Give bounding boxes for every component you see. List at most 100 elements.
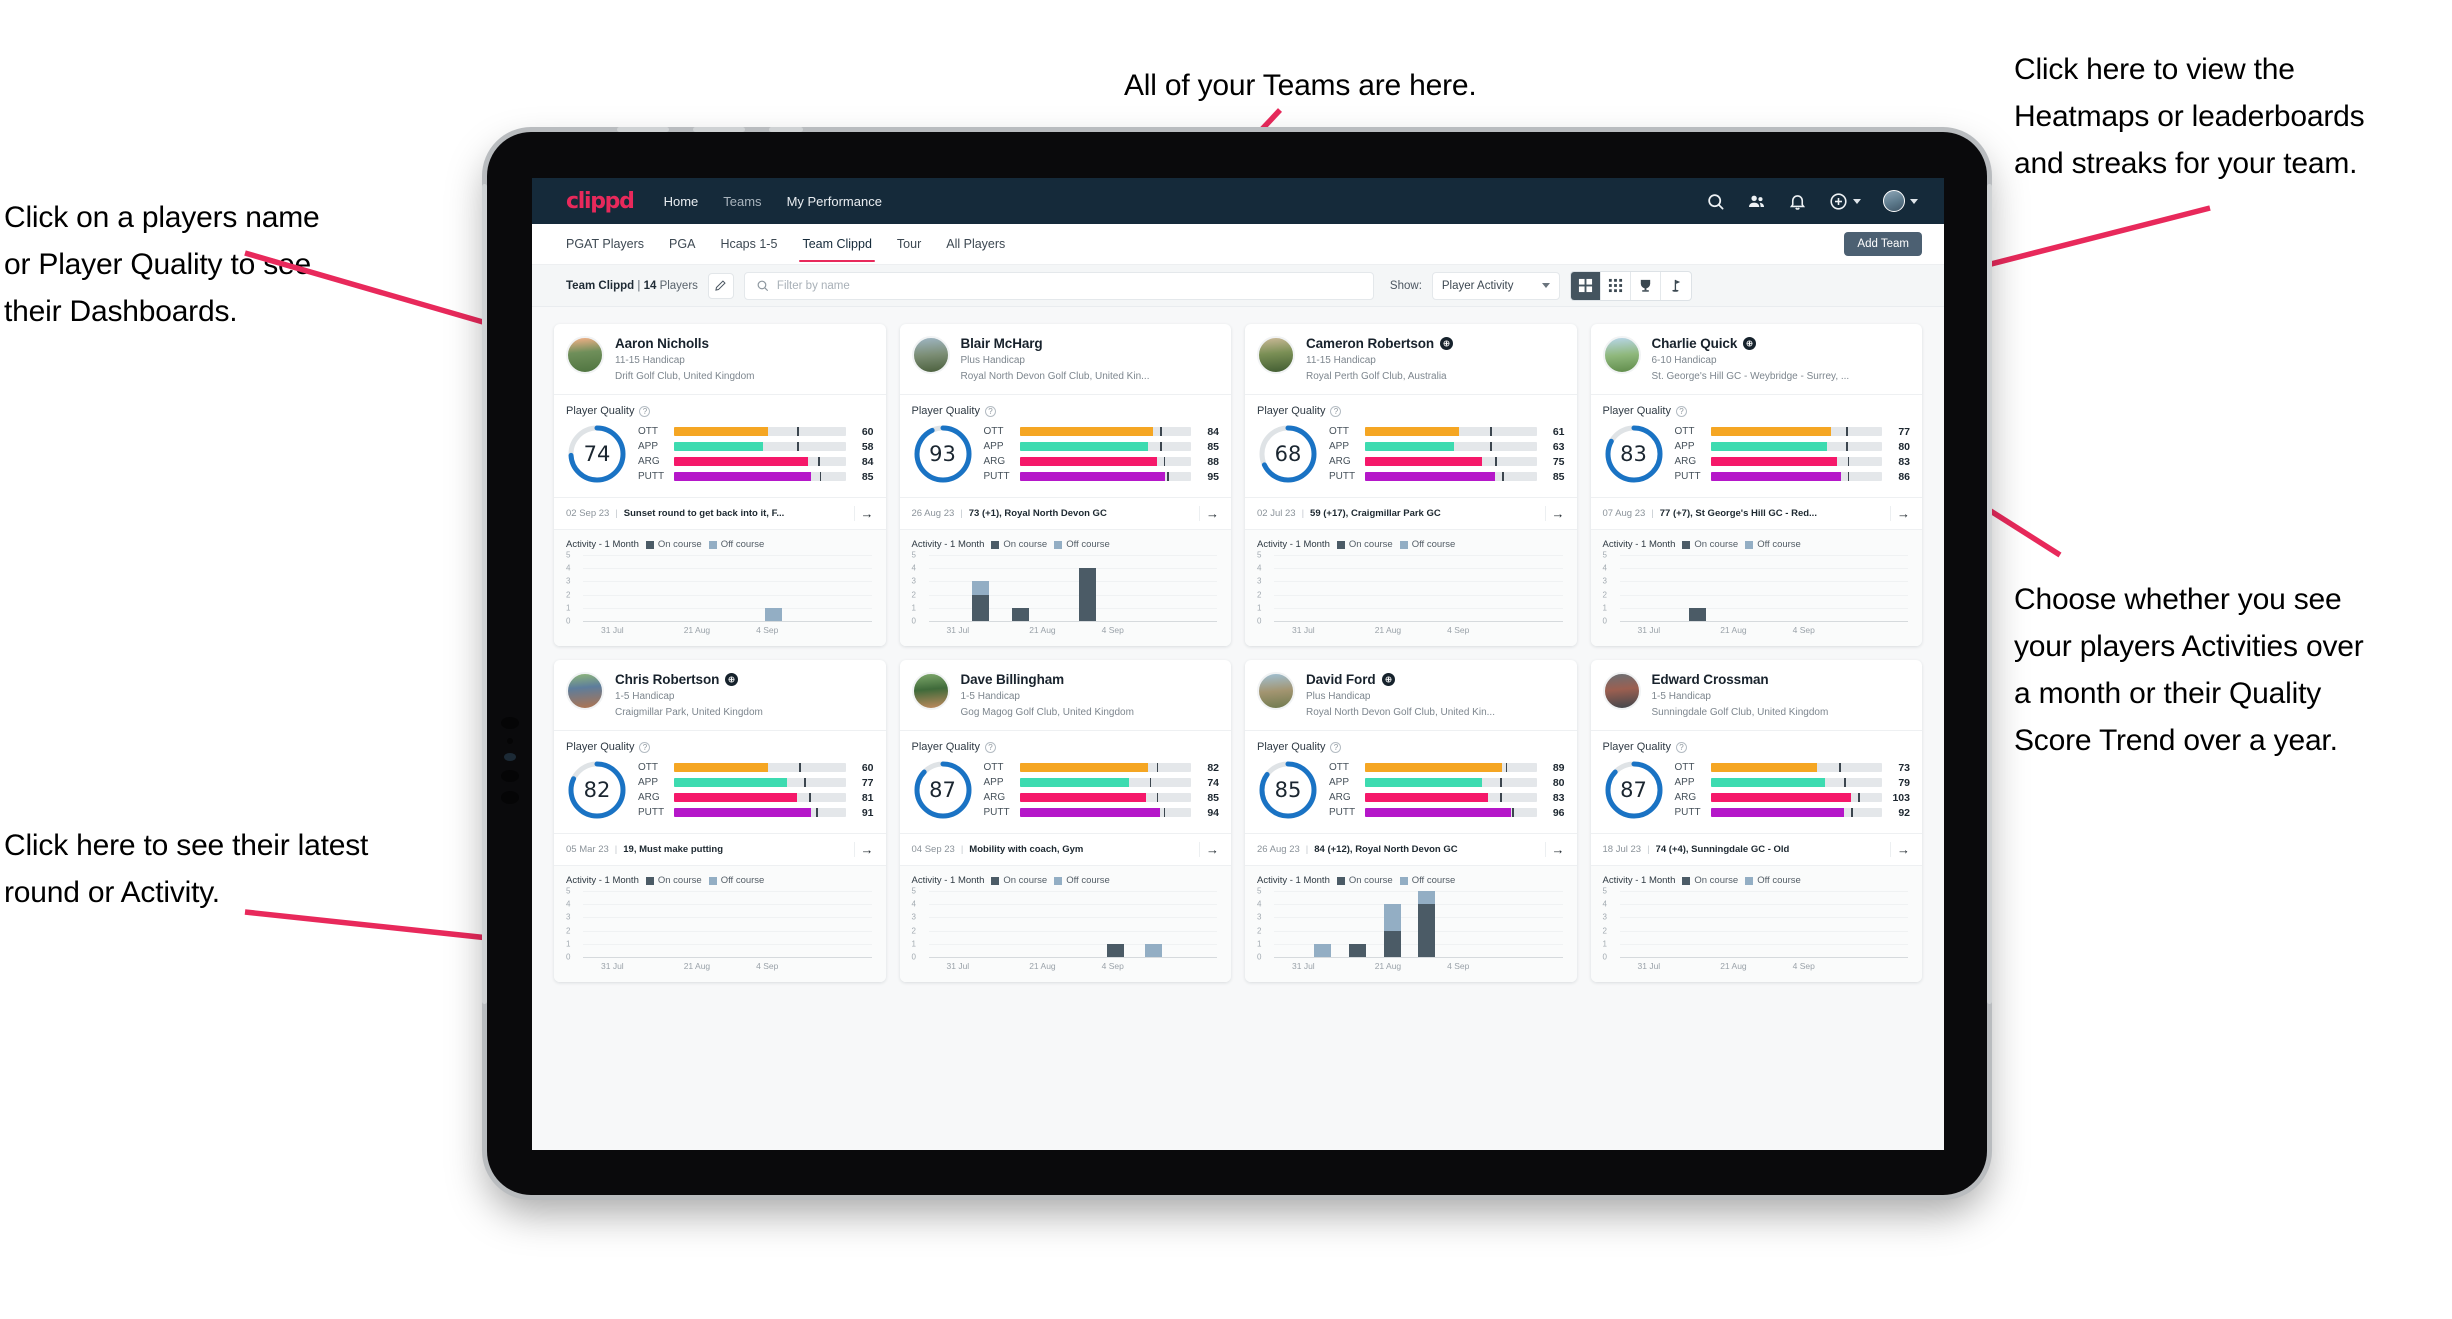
help-icon[interactable]: ? <box>1675 741 1687 753</box>
player-card[interactable]: Aaron Nicholls 11-15 Handicap Drift Golf C… <box>554 324 886 646</box>
player-card-header[interactable]: Chris Robertson 1-5 Handicap Craigmillar P… <box>554 660 886 730</box>
player-name[interactable]: Edward Crossman <box>1652 672 1769 687</box>
player-card[interactable]: Blair McHarg Plus Handicap Royal North Dev… <box>899 324 1232 646</box>
account-menu[interactable] <box>1883 190 1918 212</box>
player-quality-section[interactable]: Player Quality? 87 OTT 73 APP 79 ARG 103 PUTT 92 <box>1591 731 1923 833</box>
grid-small-icon[interactable] <box>1601 271 1631 300</box>
avatar[interactable] <box>1257 672 1295 710</box>
tab-hcaps-1-5[interactable]: Hcaps 1-5 <box>720 224 777 264</box>
player-card[interactable]: Charlie Quick 6-10 Handicap St. George's H… <box>1590 324 1923 646</box>
y-axis-tick: 5 <box>566 550 571 560</box>
player-quality-section[interactable]: Player Quality? 82 OTT 60 APP 77 ARG 81 PUTT 91 <box>554 731 886 833</box>
player-card[interactable]: Cameron Robertson 11-15 Handicap Royal Per… <box>1245 324 1577 646</box>
y-axis-tick: 1 <box>1257 603 1262 613</box>
tab-team-clippd[interactable]: Team Clippd <box>799 224 876 264</box>
avatar[interactable] <box>1602 336 1641 374</box>
player-quality-section[interactable]: Player Quality? 83 OTT 77 APP 80 ARG 83 PUTT 86 <box>1591 395 1923 497</box>
help-icon[interactable]: ? <box>1330 741 1342 753</box>
avatar[interactable] <box>911 336 950 374</box>
player-name[interactable]: Charlie Quick <box>1652 336 1738 351</box>
latest-round-row[interactable]: 26 Aug 23 | 73 (+1), Royal North Devon GC → <box>899 497 1231 529</box>
avatar[interactable] <box>566 336 604 374</box>
arrow-right-icon[interactable]: → <box>1890 506 1910 521</box>
player-name[interactable]: David Ford <box>1306 672 1376 687</box>
clippd-logo[interactable]: clippd <box>566 189 635 214</box>
latest-round-row[interactable]: 26 Aug 23 | 84 (+12), Royal North Devon GC… <box>1245 833 1577 865</box>
avatar[interactable] <box>911 672 950 710</box>
arrow-right-icon[interactable]: → <box>1199 506 1219 521</box>
latest-round-row[interactable]: 18 Jul 23 | 74 (+4), Sunningdale GC - Old → <box>1590 833 1922 865</box>
nav-link-home[interactable]: Home <box>664 194 699 209</box>
player-name[interactable]: Cameron Robertson <box>1306 336 1434 351</box>
player-name[interactable]: Blair McHarg <box>961 336 1043 351</box>
arrow-right-icon[interactable]: → <box>1544 842 1565 857</box>
latest-round-row[interactable]: 02 Sep 23 | Sunset round to get back into … <box>554 497 886 529</box>
player-quality-section[interactable]: Player Quality? 93 OTT 84 APP 85 ARG 88 PUTT 95 <box>900 395 1232 497</box>
latest-round-row[interactable]: 02 Jul 23 | 59 (+17), Craigmillar Park GC → <box>1245 497 1577 529</box>
player-quality-section[interactable]: Player Quality? 74 OTT 60 APP 58 ARG 84 PUTT 85 <box>554 395 886 497</box>
player-card[interactable]: David Ford Plus Handicap Royal North Devon… <box>1245 660 1577 982</box>
help-icon[interactable]: ? <box>639 741 651 753</box>
show-select[interactable]: Player Activity <box>1431 271 1560 300</box>
annotation-heatmaps: Click here to view the Heatmaps or leade… <box>2014 53 2365 180</box>
bell-icon[interactable] <box>1788 192 1807 211</box>
player-quality-section[interactable]: Player Quality? 68 OTT 61 APP 63 ARG 75 PUTT 85 <box>1245 395 1577 497</box>
plus-circle-icon[interactable] <box>1829 192 1848 211</box>
search-input[interactable] <box>776 279 1362 292</box>
people-icon[interactable] <box>1747 192 1766 211</box>
player-card-header[interactable]: David Ford Plus Handicap Royal North Devon… <box>1245 660 1577 730</box>
metric-value: 86 <box>1898 470 1910 483</box>
grid-large-icon[interactable] <box>1570 271 1601 300</box>
avatar[interactable] <box>1602 672 1641 710</box>
nav-link-teams[interactable]: Teams <box>723 194 761 209</box>
player-card[interactable]: Chris Robertson 1-5 Handicap Craigmillar P… <box>554 660 886 982</box>
avatar[interactable] <box>566 672 604 710</box>
help-icon[interactable]: ? <box>639 405 651 417</box>
latest-round-row[interactable]: 07 Aug 23 | 77 (+7), St George's Hill GC -… <box>1590 497 1922 529</box>
add-team-button[interactable]: Add Team <box>1844 232 1922 256</box>
trophy-icon[interactable] <box>1631 271 1661 300</box>
player-name[interactable]: Chris Robertson <box>615 672 719 687</box>
latest-round-row[interactable]: 04 Sep 23 | Mobility with coach, Gym → <box>899 833 1231 865</box>
bar-segment-off-course <box>1314 943 1332 957</box>
player-card[interactable]: Edward Crossman 1-5 Handicap Sunningdale G… <box>1590 660 1923 982</box>
player-card-header[interactable]: Charlie Quick 6-10 Handicap St. George's H… <box>1591 324 1923 394</box>
tab-pga[interactable]: PGA <box>669 224 695 264</box>
tab-tour[interactable]: Tour <box>897 224 921 264</box>
player-quality-section[interactable]: Player Quality? 85 OTT 89 APP 80 ARG 83 PUTT 96 <box>1245 731 1577 833</box>
player-name[interactable]: Dave Billingham <box>961 672 1065 687</box>
arrow-right-icon[interactable]: → <box>1890 842 1910 857</box>
tab-all-players[interactable]: All Players <box>946 224 1005 264</box>
search-icon[interactable] <box>1706 192 1725 211</box>
player-card-header[interactable]: Blair McHarg Plus Handicap Royal North Dev… <box>900 324 1232 394</box>
help-icon[interactable]: ? <box>984 405 996 417</box>
player-card-header[interactable]: Cameron Robertson 11-15 Handicap Royal Per… <box>1245 324 1577 394</box>
nav-link-my-performance[interactable]: My Performance <box>787 194 882 209</box>
player-card[interactable]: Dave Billingham 1-5 Handicap Gog Magog Gol… <box>899 660 1232 982</box>
player-card-header[interactable]: Edward Crossman 1-5 Handicap Sunningdale G… <box>1591 660 1923 730</box>
help-icon[interactable]: ? <box>1330 405 1342 417</box>
arrow-right-icon[interactable]: → <box>1199 842 1219 857</box>
metric-benchmark-tick <box>1851 808 1853 817</box>
tab-pgat-players[interactable]: PGAT Players <box>566 224 644 264</box>
avatar[interactable] <box>1883 190 1905 212</box>
arrow-right-icon[interactable]: → <box>1544 506 1565 521</box>
player-card-header[interactable]: Aaron Nicholls 11-15 Handicap Drift Golf C… <box>554 324 886 394</box>
player-cards-grid: Aaron Nicholls 11-15 Handicap Drift Golf C… <box>532 307 1944 982</box>
player-name[interactable]: Aaron Nicholls <box>615 336 709 351</box>
edit-team-button[interactable] <box>707 272 734 299</box>
arrow-right-icon[interactable]: → <box>853 506 874 521</box>
add-menu[interactable] <box>1829 192 1861 211</box>
bar-segment-off-course <box>1144 943 1162 957</box>
flag-icon[interactable] <box>1661 272 1691 300</box>
search-field-wrapper[interactable] <box>743 271 1374 300</box>
latest-round-row[interactable]: 05 Mar 23 | 19, Must make putting → <box>554 833 886 865</box>
help-icon[interactable]: ? <box>984 741 996 753</box>
arrow-right-icon[interactable]: → <box>853 842 874 857</box>
help-icon[interactable]: ? <box>1675 405 1687 417</box>
player-card-header[interactable]: Dave Billingham 1-5 Handicap Gog Magog Gol… <box>900 660 1232 730</box>
quality-metric-row: PUTT 92 <box>1675 807 1911 819</box>
player-quality-section[interactable]: Player Quality? 87 OTT 82 APP 74 ARG 85 PUTT 94 <box>900 731 1232 833</box>
metric-value: 60 <box>861 761 874 774</box>
avatar[interactable] <box>1257 336 1295 374</box>
